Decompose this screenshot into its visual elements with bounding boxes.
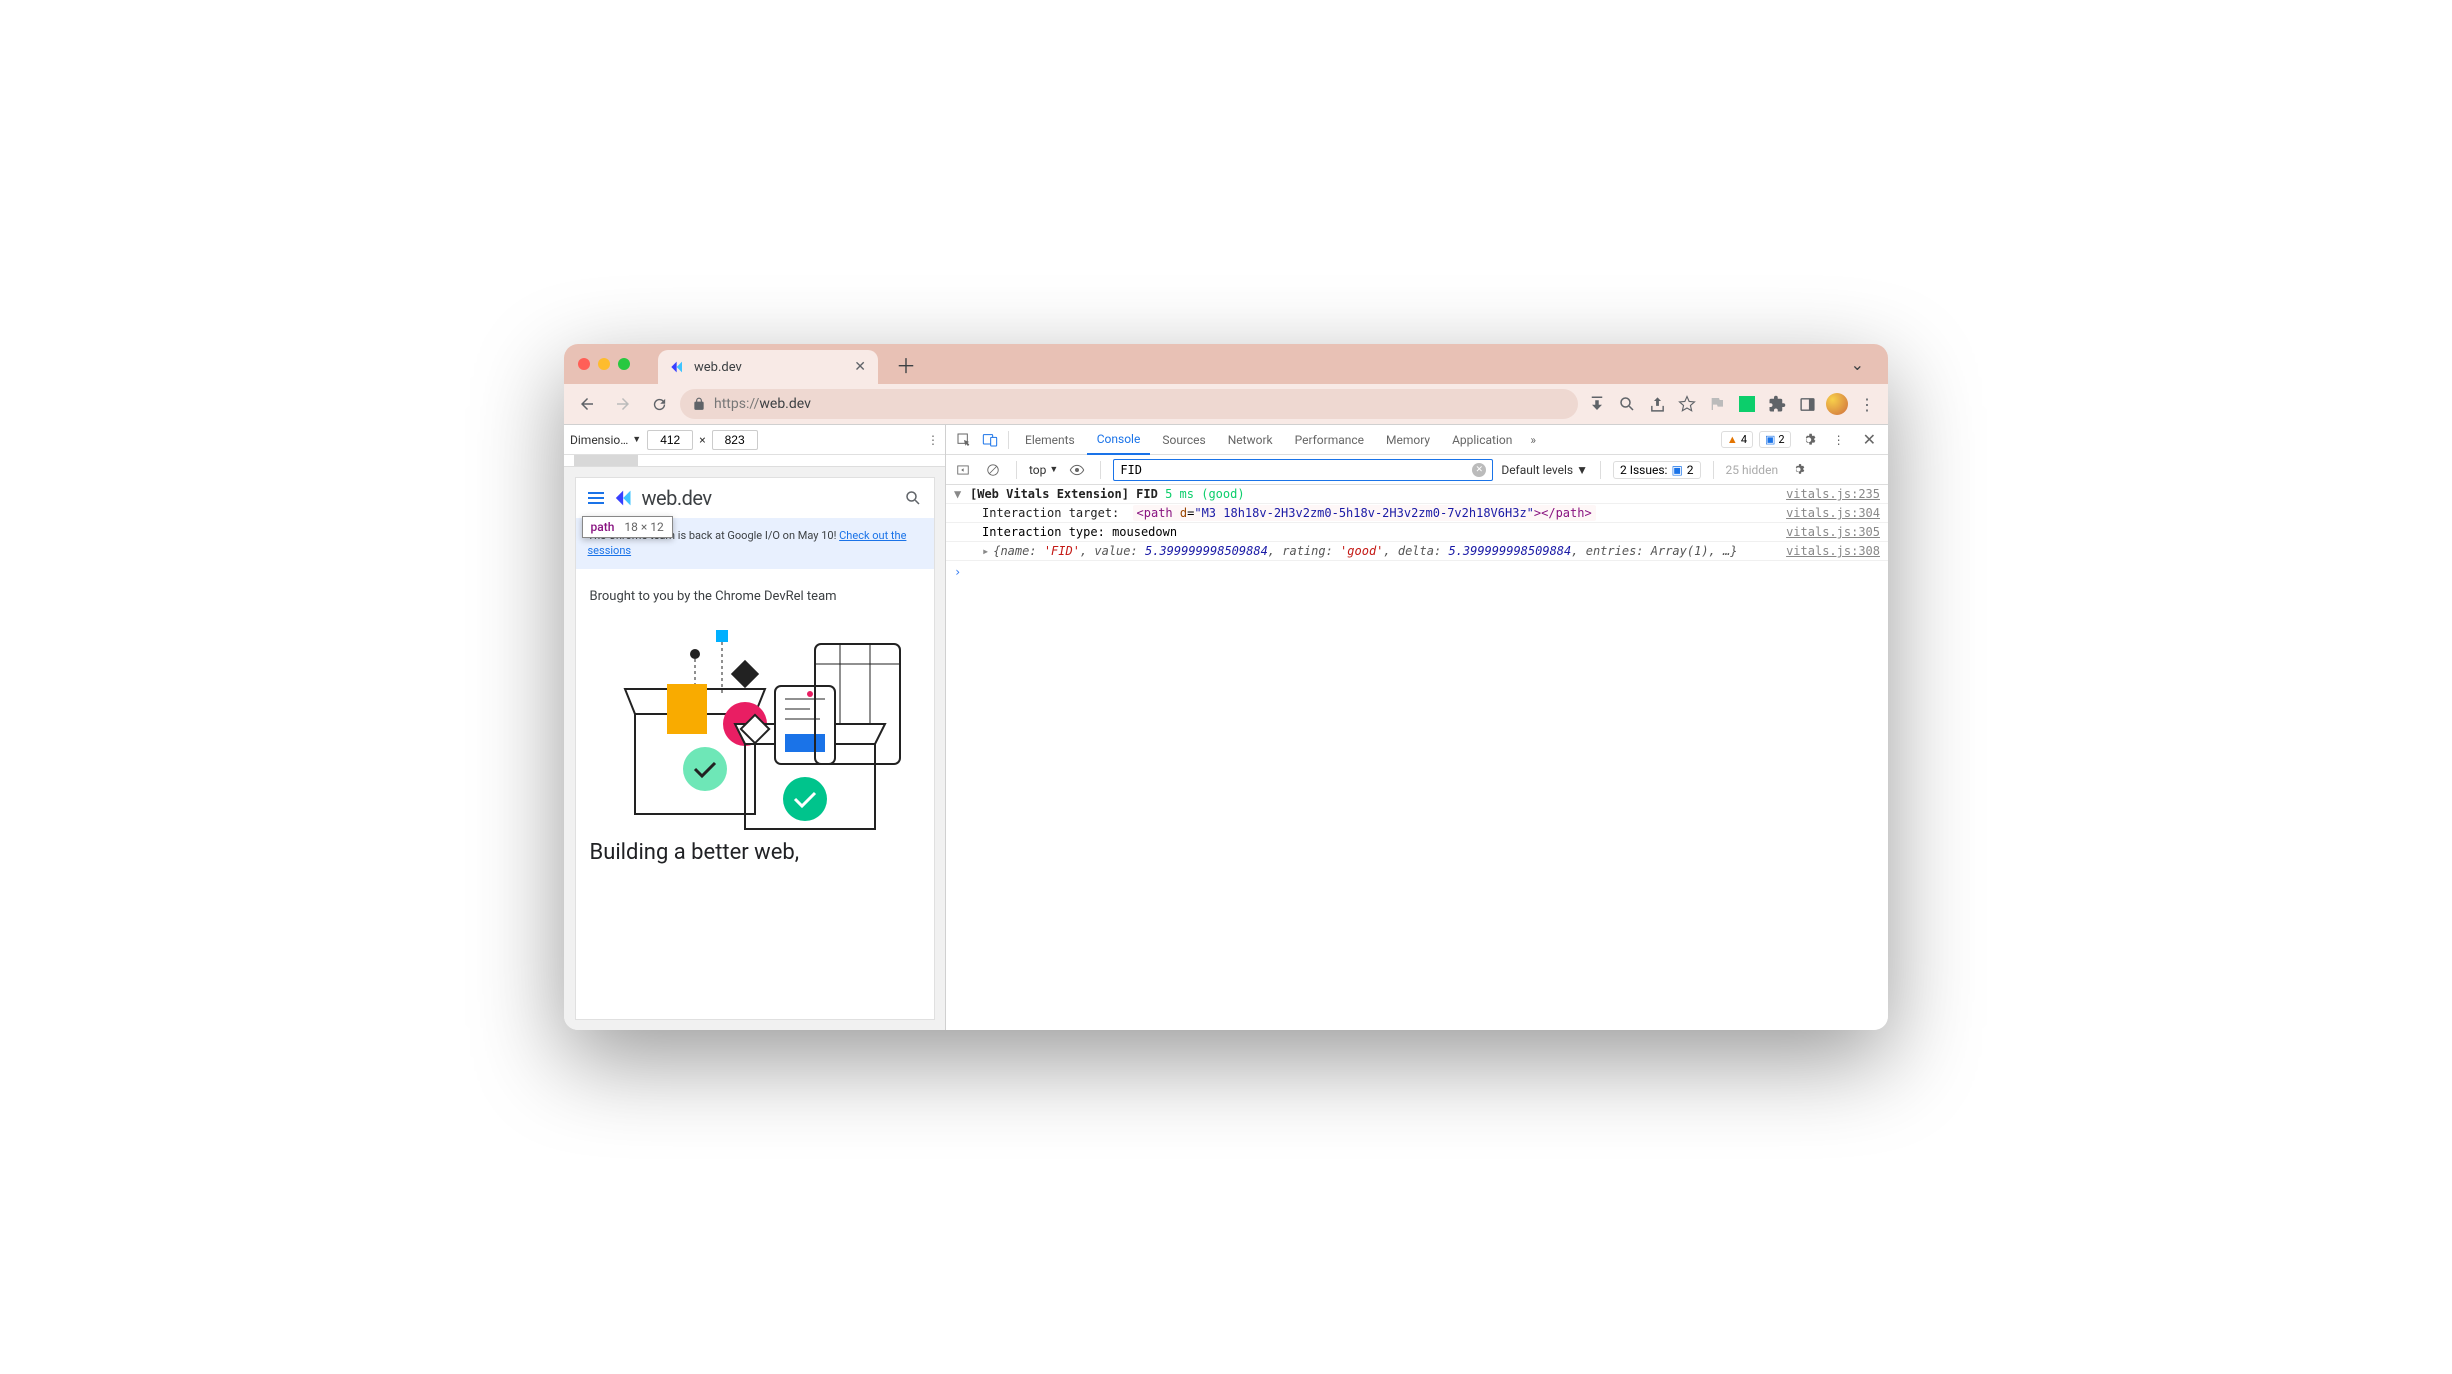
brought-text: Brought to you by the Chrome DevRel team <box>590 589 920 604</box>
browser-tab-strip: web.dev ✕ ＋ ⌄ <box>564 344 1888 384</box>
webdev-favicon <box>670 359 686 375</box>
new-tab-button[interactable]: ＋ <box>886 350 926 379</box>
source-link[interactable]: vitals.js:308 <box>1786 544 1880 558</box>
window-controls <box>578 358 630 370</box>
log-entry[interactable]: Interaction type: mousedown vitals.js:30… <box>946 523 1888 542</box>
address-bar[interactable]: https://web.dev <box>680 389 1578 419</box>
tab-sources[interactable]: Sources <box>1152 425 1215 454</box>
clear-filter-icon[interactable]: ✕ <box>1472 463 1486 477</box>
devtools-panel: Elements Console Sources Network Perform… <box>946 425 1888 1030</box>
maximize-window-button[interactable] <box>618 358 630 370</box>
install-icon[interactable] <box>1584 391 1610 417</box>
inspect-icon[interactable] <box>952 428 976 452</box>
close-window-button[interactable] <box>578 358 590 370</box>
reload-button[interactable] <box>644 389 674 419</box>
collapse-arrow-icon[interactable]: ▼ <box>954 487 966 501</box>
tab-console[interactable]: Console <box>1087 426 1151 455</box>
device-viewport: web.dev path 18 × 12 The Chrome team is … <box>564 467 945 1030</box>
console-output: ▼ [Web Vitals Extension] FID 5 ms (good)… <box>946 485 1888 1030</box>
more-tabs-icon[interactable]: » <box>1524 433 1542 447</box>
issues-button[interactable]: 2 Issues: ▣2 <box>1613 461 1701 479</box>
console-toolbar: top▼ ✕ Default levels ▼ 2 Issues: ▣2 25 … <box>946 455 1888 485</box>
bookmark-icon[interactable] <box>1674 391 1700 417</box>
console-prompt[interactable]: › <box>946 561 1888 583</box>
tab-search-icon[interactable]: ⌄ <box>1851 355 1864 374</box>
source-link[interactable]: vitals.js:305 <box>1786 525 1880 539</box>
hamburger-menu-icon[interactable] <box>588 492 604 504</box>
console-filter-input[interactable]: ✕ <box>1113 459 1493 481</box>
url-text: https://web.dev <box>714 396 811 412</box>
height-input[interactable] <box>712 430 758 450</box>
clear-console-icon[interactable] <box>982 459 1004 481</box>
tab-application[interactable]: Application <box>1442 425 1522 454</box>
source-link[interactable]: vitals.js:235 <box>1786 487 1880 501</box>
tab-elements[interactable]: Elements <box>1015 425 1085 454</box>
log-entry[interactable]: ▼ [Web Vitals Extension] FID 5 ms (good)… <box>946 485 1888 504</box>
profile-avatar[interactable] <box>1824 391 1850 417</box>
expand-arrow-icon[interactable]: ▸ <box>982 544 989 558</box>
back-button[interactable] <box>572 389 602 419</box>
tab-performance[interactable]: Performance <box>1285 425 1374 454</box>
dimensions-toolbar: Dimensio… ▼ × ⋮ <box>564 425 945 455</box>
devtools-menu-icon[interactable]: ⋮ <box>1827 428 1851 452</box>
tab-network[interactable]: Network <box>1218 425 1283 454</box>
log-entry[interactable]: Interaction target: <path d="M3 18h18v-2… <box>946 504 1888 523</box>
webdev-logo[interactable]: web.dev <box>614 486 712 510</box>
source-link[interactable]: vitals.js:304 <box>1786 506 1880 520</box>
minimize-window-button[interactable] <box>598 358 610 370</box>
devtools-tabs: Elements Console Sources Network Perform… <box>946 425 1888 455</box>
settings-icon[interactable] <box>1797 428 1821 452</box>
hero-headline: Building a better web, <box>590 840 920 865</box>
page-header: web.dev path 18 × 12 <box>576 478 934 518</box>
log-entry[interactable]: ▸{name: 'FID', value: 5.399999998509884,… <box>946 542 1888 561</box>
device-dropdown[interactable]: Dimensio… ▼ <box>570 433 641 447</box>
zoom-icon[interactable] <box>1614 391 1640 417</box>
log-levels-dropdown[interactable]: Default levels ▼ <box>1501 463 1588 477</box>
device-menu-icon[interactable]: ⋮ <box>927 433 939 447</box>
search-icon[interactable] <box>904 489 922 507</box>
extensions-icon[interactable] <box>1764 391 1790 417</box>
browser-tab[interactable]: web.dev ✕ <box>658 350 878 384</box>
element-inspect-tooltip: path 18 × 12 <box>582 516 673 538</box>
width-input[interactable] <box>647 430 693 450</box>
close-devtools-icon[interactable]: ✕ <box>1857 430 1882 449</box>
device-mode-pane: Dimensio… ▼ × ⋮ web.dev <box>564 425 946 1030</box>
live-expression-icon[interactable] <box>1066 459 1088 481</box>
hero-illustration <box>590 624 920 834</box>
browser-toolbar: https://web.dev ⋮ <box>564 384 1888 424</box>
messages-badge[interactable]: ▣2 <box>1759 431 1791 448</box>
chrome-menu-icon[interactable]: ⋮ <box>1854 391 1880 417</box>
device-ruler <box>564 455 945 467</box>
context-selector[interactable]: top▼ <box>1029 463 1058 477</box>
toolbar-right-icons: ⋮ <box>1584 391 1880 417</box>
tab-title: web.dev <box>694 360 846 375</box>
extension-webvitals-icon[interactable] <box>1734 391 1760 417</box>
lock-icon <box>692 397 706 411</box>
share-icon[interactable] <box>1644 391 1670 417</box>
dimension-separator: × <box>699 433 705 447</box>
console-settings-icon[interactable] <box>1786 458 1810 482</box>
flag-icon[interactable] <box>1704 391 1730 417</box>
forward-button[interactable] <box>608 389 638 419</box>
tab-memory[interactable]: Memory <box>1376 425 1440 454</box>
close-tab-icon[interactable]: ✕ <box>854 359 866 375</box>
warnings-badge[interactable]: ▲4 <box>1721 431 1753 448</box>
hidden-count: 25 hidden <box>1726 463 1779 477</box>
console-sidebar-toggle-icon[interactable] <box>952 459 974 481</box>
side-panel-icon[interactable] <box>1794 391 1820 417</box>
device-toggle-icon[interactable] <box>978 428 1002 452</box>
